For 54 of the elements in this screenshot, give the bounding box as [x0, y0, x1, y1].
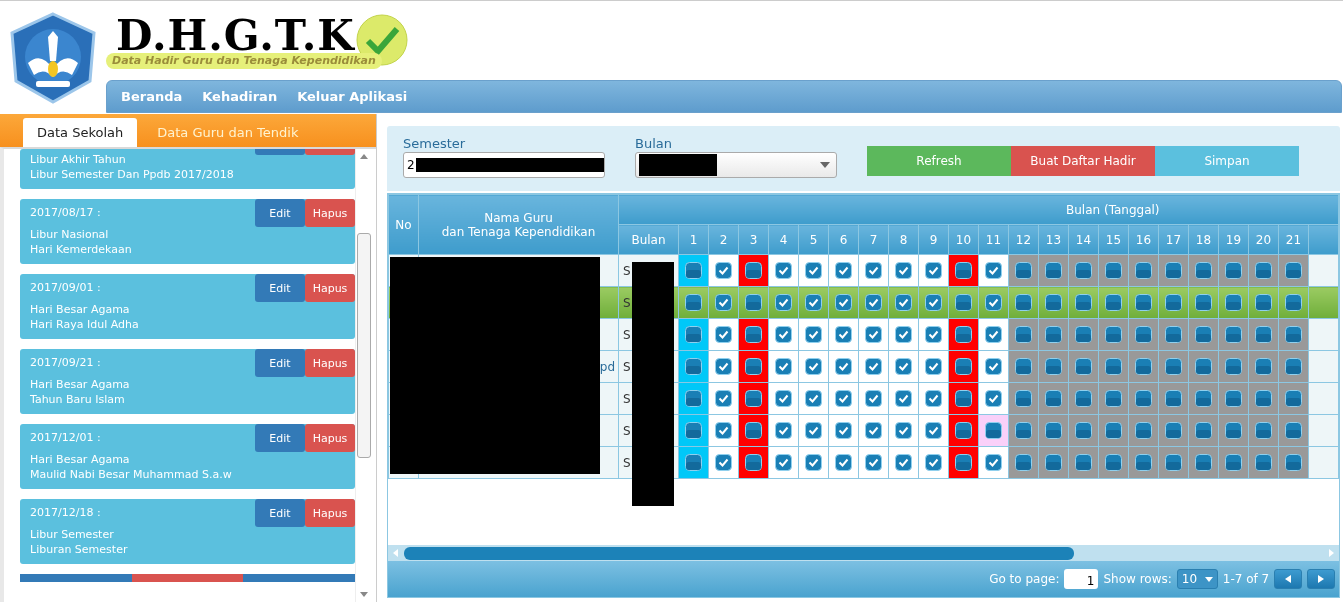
holiday-name: Hari Kemerdekaan	[30, 242, 132, 257]
edit-button[interactable]: Edit	[255, 349, 305, 377]
holiday-date: 2017/08/17 :	[30, 206, 102, 220]
edit-button[interactable]: Edit	[255, 424, 305, 452]
semester-field[interactable]: 2	[403, 152, 605, 178]
holiday-date: 2017/12/01 :	[30, 431, 102, 445]
tab[interactable]: Data Sekolah	[23, 118, 138, 147]
rows-label: Show rows:	[1103, 572, 1172, 586]
holiday-type: Libur Semester	[30, 527, 115, 542]
action-button[interactable]: Simpan	[1155, 146, 1299, 176]
field-label: Semester	[403, 136, 467, 152]
column-header: Bulan	[618, 224, 679, 255]
month-cell: S	[623, 423, 631, 438]
rows-select[interactable]: 10	[1176, 569, 1218, 589]
month-cell: S	[623, 359, 631, 374]
edit-button[interactable]: Edit	[255, 499, 305, 527]
page-range: 1-7 of 7	[1222, 572, 1270, 586]
month-cell: S	[623, 327, 631, 342]
holiday-type: Hari Besar Agama	[30, 452, 131, 467]
month-cell: S	[623, 263, 631, 278]
holiday-name: Maulid Nabi Besar Muhammad S.a.w	[30, 467, 232, 482]
go-to-label: Go to page:	[989, 572, 1060, 586]
holiday-date: 2017/09/21 :	[30, 356, 102, 370]
holiday-type: Libur Nasional	[30, 227, 110, 242]
teacher-name: pd	[599, 359, 615, 374]
column-header: No	[388, 194, 419, 255]
holiday-type: Hari Besar Agama	[30, 302, 131, 317]
month-cell: S	[623, 391, 631, 406]
delete-button[interactable]: Hapus	[305, 424, 355, 452]
holiday-type: Libur Akhir Tahun	[30, 152, 127, 167]
holiday-type: Hari Besar Agama	[30, 377, 130, 392]
column-header: Bulan (Tanggal)	[618, 194, 1339, 225]
nav-link[interactable]: Beranda	[113, 89, 191, 104]
delete-button[interactable]: Hapus	[305, 499, 355, 527]
delete-button[interactable]: Hapus	[305, 349, 355, 377]
edit-button[interactable]: Edit	[255, 199, 305, 227]
action-button[interactable]: Refresh	[867, 146, 1011, 176]
nav-link[interactable]: Kehadiran	[194, 89, 286, 104]
page-field[interactable]: 1	[1064, 569, 1099, 589]
month-cell: S	[623, 455, 631, 470]
holiday-name: Hari Raya Idul Adha	[30, 317, 139, 332]
column-header: Nama Guru dan Tenaga Kependidikan	[418, 194, 619, 255]
holiday-date: 2017/09/01 :	[30, 281, 102, 295]
action-button[interactable]: Buat Daftar Hadir	[1011, 146, 1155, 176]
delete-button[interactable]: Hapus	[305, 199, 355, 227]
month-cell: S	[623, 295, 631, 310]
holiday-name: Libur Semester Dan Ppdb 2017/2018	[30, 167, 234, 182]
field-label: Bulan	[635, 136, 673, 152]
nav-link[interactable]: Keluar Aplikasi	[289, 89, 416, 104]
edit-button[interactable]: Edit	[255, 274, 305, 302]
holiday-name: Tahun Baru Islam	[30, 392, 126, 407]
holiday-date: 2017/12/18 :	[30, 506, 102, 520]
holiday-name: Liburan Semester	[30, 542, 128, 557]
delete-button[interactable]: Hapus	[305, 274, 355, 302]
